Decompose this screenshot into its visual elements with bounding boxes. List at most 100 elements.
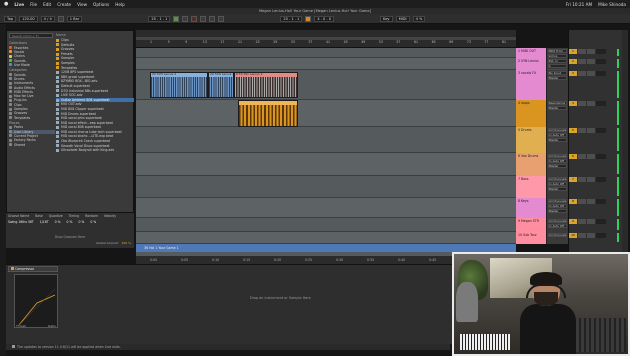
category-templates[interactable]: Templates	[9, 115, 55, 120]
groove-velocity-value[interactable]: 0 %	[90, 220, 96, 224]
apple-menu-icon[interactable]: ●	[4, 1, 8, 7]
solo-button[interactable]	[578, 49, 586, 54]
menubar-user[interactable]: Mike Shinoda	[598, 2, 626, 7]
io-routing-chooser[interactable]: In Auto Off	[548, 182, 567, 186]
solo-button[interactable]	[578, 71, 586, 76]
audio-clip[interactable]: 8 FX DLY Lenius 2	[234, 72, 298, 98]
menu-live[interactable]: Live	[14, 2, 24, 7]
io-routing-chooser[interactable]: Master	[548, 138, 567, 142]
io-routing-chooser[interactable]: Master	[548, 209, 567, 213]
loop-switch[interactable]	[305, 15, 312, 22]
play-button[interactable]	[173, 15, 180, 22]
song-position-field[interactable]: 25 . 1 . 1	[148, 15, 171, 22]
track-header[interactable]: 8 Keys All Channels In Auto Off Master	[516, 198, 568, 218]
track-lane[interactable]	[136, 198, 516, 218]
loop-brace[interactable]	[136, 37, 516, 40]
quantize-menu[interactable]: 1 Bar	[66, 15, 83, 22]
volume-field[interactable]	[596, 219, 606, 224]
arm-button[interactable]	[587, 49, 595, 54]
io-routing-chooser[interactable]: All Channels	[548, 177, 567, 181]
track-activator-button[interactable]: 2	[569, 59, 577, 64]
automation-arm-button[interactable]	[209, 15, 216, 22]
track-activator-button[interactable]: 5	[569, 128, 577, 133]
arm-button[interactable]	[587, 177, 595, 182]
io-routing-chooser[interactable]: Resampling	[548, 101, 567, 105]
menubar-clock[interactable]: Fri 10:21 AM	[566, 2, 592, 7]
solo-button[interactable]	[578, 233, 586, 238]
arm-button[interactable]	[587, 219, 595, 224]
record-button[interactable]	[191, 15, 198, 22]
global-amount-value[interactable]: 100 %	[121, 241, 131, 245]
menu-edit[interactable]: Edit	[43, 2, 51, 7]
track-name[interactable]: 3 vocals FX	[516, 70, 546, 100]
menu-view[interactable]: View	[77, 2, 87, 7]
arm-button[interactable]	[587, 199, 595, 204]
arm-button[interactable]	[587, 101, 595, 106]
track-lane[interactable]	[136, 153, 516, 176]
solo-button[interactable]	[578, 199, 586, 204]
tempo-field[interactable]: 120.00	[19, 15, 38, 22]
io-routing-chooser[interactable]: All Channels	[548, 199, 567, 203]
groove-random-value[interactable]: 0 %	[78, 220, 84, 224]
device-on-icon[interactable]	[11, 267, 14, 270]
track-header[interactable]: 10 Sub Tour All Channels	[516, 232, 568, 244]
track-activator-button[interactable]: 6	[569, 154, 577, 159]
io-routing-chooser[interactable]: 1	[548, 64, 567, 68]
arm-button[interactable]	[587, 71, 595, 76]
solo-button[interactable]	[578, 128, 586, 133]
metronome-icon[interactable]	[57, 15, 64, 22]
browser-search-input[interactable]: Search (Cmd + F)	[9, 33, 53, 38]
device-display[interactable]	[14, 274, 58, 328]
track-name[interactable]: 1 MIDI OUT	[516, 48, 546, 58]
loop-length-field[interactable]: 4 . 0 . 0	[314, 15, 335, 22]
vertical-scrollbar[interactable]	[622, 30, 628, 260]
arm-button[interactable]	[587, 128, 595, 133]
collection-use-mode[interactable]: Use Mode	[9, 63, 55, 67]
track-activator-button[interactable]: 1	[569, 49, 577, 54]
io-routing-chooser[interactable]: Master	[548, 76, 567, 80]
track-lane[interactable]	[136, 48, 516, 58]
place-shared[interactable]: Shared	[9, 142, 55, 147]
io-routing-chooser[interactable]: In Auto Off	[548, 204, 567, 208]
device-title-bar[interactable]: Compressor	[8, 266, 58, 272]
track-name[interactable]: 4 loops	[516, 100, 546, 127]
volume-field[interactable]	[596, 71, 606, 76]
solo-button[interactable]	[578, 219, 586, 224]
track-name[interactable]: 5 Drums	[516, 127, 546, 153]
track-header[interactable]: 7 Bass All Channels In Auto Off Master	[516, 176, 568, 198]
stop-button[interactable]	[182, 15, 189, 22]
groove-timing-value[interactable]: 0 %	[67, 220, 73, 224]
track-header[interactable]: 1 MIDI OUTMIDI FromAll InsMonitor	[516, 48, 568, 63]
track-activator-button[interactable]: 8	[569, 199, 577, 204]
key-map-button[interactable]: Key	[380, 15, 393, 22]
browser-file-row[interactable]: Ultraviolet Bodyroll with King.adv	[56, 148, 134, 153]
menu-help[interactable]: Help	[115, 2, 125, 7]
track-name[interactable]: 10 Sub Tour	[516, 232, 546, 244]
arm-button[interactable]	[587, 154, 595, 159]
track-lane[interactable]	[136, 232, 516, 244]
track-lane[interactable]	[136, 100, 516, 127]
io-routing-chooser[interactable]: No Input	[548, 71, 567, 75]
arm-button[interactable]	[587, 233, 595, 238]
track-lane[interactable]	[136, 176, 516, 198]
menu-create[interactable]: Create	[57, 2, 71, 7]
volume-field[interactable]	[596, 101, 606, 106]
track-name[interactable]: 8 Keys	[516, 198, 546, 218]
groove-quantize-value[interactable]: 0 %	[55, 220, 61, 224]
track-header[interactable]: 5 Drums All Channels In Auto Off Master	[516, 127, 568, 153]
volume-field[interactable]	[596, 49, 606, 54]
volume-field[interactable]	[596, 154, 606, 159]
knob-label-ratio[interactable]: Ratio	[48, 324, 56, 328]
io-routing-chooser[interactable]: In Auto Off	[548, 159, 567, 163]
track-activator-button[interactable]: 10	[569, 233, 577, 238]
overdub-button[interactable]	[200, 15, 207, 22]
track-activator-button[interactable]: 4	[569, 101, 577, 106]
groove-base-value[interactable]: 1/16T	[40, 220, 49, 224]
track-lane[interactable]	[136, 58, 516, 70]
time-signature-field[interactable]: 4 / 4	[40, 15, 55, 22]
audio-clip[interactable]: 20 SYN Lenius 3	[208, 72, 234, 98]
solo-button[interactable]	[578, 177, 586, 182]
tap-button[interactable]: Tap	[4, 15, 17, 22]
track-header[interactable]: 6 Vox Drums All Channels In Auto Off Master	[516, 153, 568, 176]
solo-button[interactable]	[578, 154, 586, 159]
